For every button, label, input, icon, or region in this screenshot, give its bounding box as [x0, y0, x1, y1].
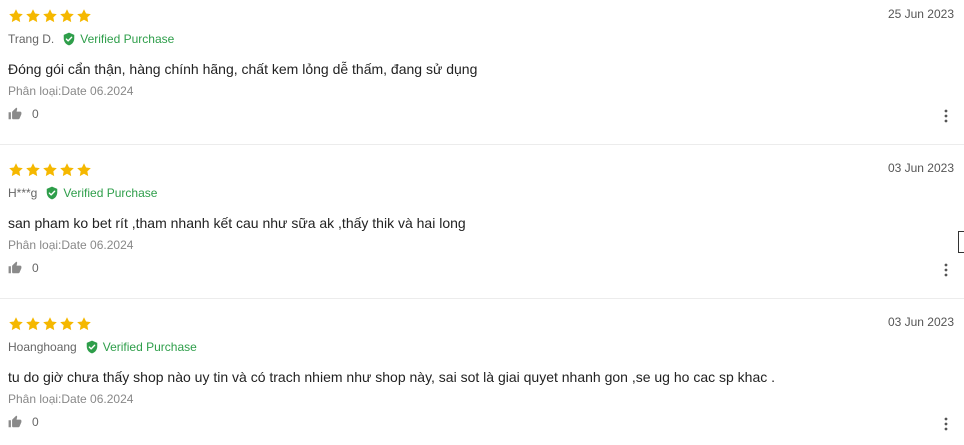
- more-vertical-icon[interactable]: [940, 108, 952, 124]
- star-icon: [59, 316, 75, 332]
- rating-stars: [8, 162, 92, 180]
- review-content: tu do giờ chưa thấy shop nào uy tin và c…: [8, 369, 776, 385]
- verified-label: Verified Purchase: [102, 340, 197, 354]
- review-likes: 0: [8, 107, 39, 121]
- verified-check-icon: [85, 340, 99, 354]
- review-item: 03 Jun 2023 H***g Verified Purchase san …: [0, 154, 964, 308]
- star-icon: [8, 8, 24, 24]
- star-icon: [59, 162, 75, 178]
- star-icon: [42, 316, 58, 332]
- review-item: 25 Jun 2023 Trang D. Verified Purchase Đ…: [0, 0, 964, 154]
- thumbs-up-icon[interactable]: [8, 107, 22, 121]
- review-list: 25 Jun 2023 Trang D. Verified Purchase Đ…: [0, 0, 964, 445]
- verified-badge: Verified Purchase: [45, 186, 157, 200]
- review-date: 03 Jun 2023: [887, 161, 954, 175]
- review-variant: Phân loại:Date 06.2024: [8, 84, 134, 98]
- review-author: Trang D.: [8, 32, 55, 46]
- star-icon: [25, 316, 41, 332]
- star-icon: [76, 162, 92, 178]
- more-vertical-icon[interactable]: [940, 416, 952, 432]
- more-vertical-icon[interactable]: [940, 262, 952, 278]
- rating-stars: [8, 8, 92, 26]
- like-count: 0: [32, 261, 39, 275]
- review-variant: Phân loại:Date 06.2024: [8, 238, 134, 252]
- review-likes: 0: [8, 261, 39, 275]
- review-meta: Hoanghoang Verified Purchase: [8, 338, 197, 356]
- review-variant: Phân loại:Date 06.2024: [8, 392, 134, 406]
- star-icon: [76, 8, 92, 24]
- star-icon: [25, 8, 41, 24]
- star-icon: [25, 162, 41, 178]
- star-icon: [42, 8, 58, 24]
- verified-check-icon: [45, 186, 59, 200]
- review-meta: H***g Verified Purchase: [8, 184, 157, 202]
- verified-badge: Verified Purchase: [62, 32, 174, 46]
- star-icon: [59, 8, 75, 24]
- verified-label: Verified Purchase: [63, 186, 158, 200]
- thumbs-up-icon[interactable]: [8, 261, 22, 275]
- review-author: Hoanghoang: [8, 340, 77, 354]
- review-author: H***g: [8, 186, 38, 200]
- rating-stars: [8, 316, 92, 334]
- star-icon: [42, 162, 58, 178]
- review-date: 25 Jun 2023: [887, 7, 954, 21]
- verified-check-icon: [62, 32, 76, 46]
- like-count: 0: [32, 107, 39, 121]
- like-count: 0: [32, 415, 39, 429]
- thumbs-up-icon[interactable]: [8, 415, 22, 429]
- verified-badge: Verified Purchase: [85, 340, 197, 354]
- review-item: 03 Jun 2023 Hoanghoang Verified Purchase…: [0, 308, 964, 445]
- divider: [0, 144, 964, 145]
- divider: [0, 298, 964, 299]
- star-icon: [8, 162, 24, 178]
- review-content: san pham ko bet rít ,tham nhanh kết cau …: [8, 215, 466, 231]
- side-scroll-handle[interactable]: [958, 231, 964, 253]
- review-date: 03 Jun 2023: [887, 315, 954, 329]
- review-meta: Trang D. Verified Purchase: [8, 30, 174, 48]
- star-icon: [8, 316, 24, 332]
- star-icon: [76, 316, 92, 332]
- review-content: Đóng gói cẩn thận, hàng chính hãng, chất…: [8, 61, 478, 77]
- verified-label: Verified Purchase: [80, 32, 175, 46]
- review-likes: 0: [8, 415, 39, 429]
